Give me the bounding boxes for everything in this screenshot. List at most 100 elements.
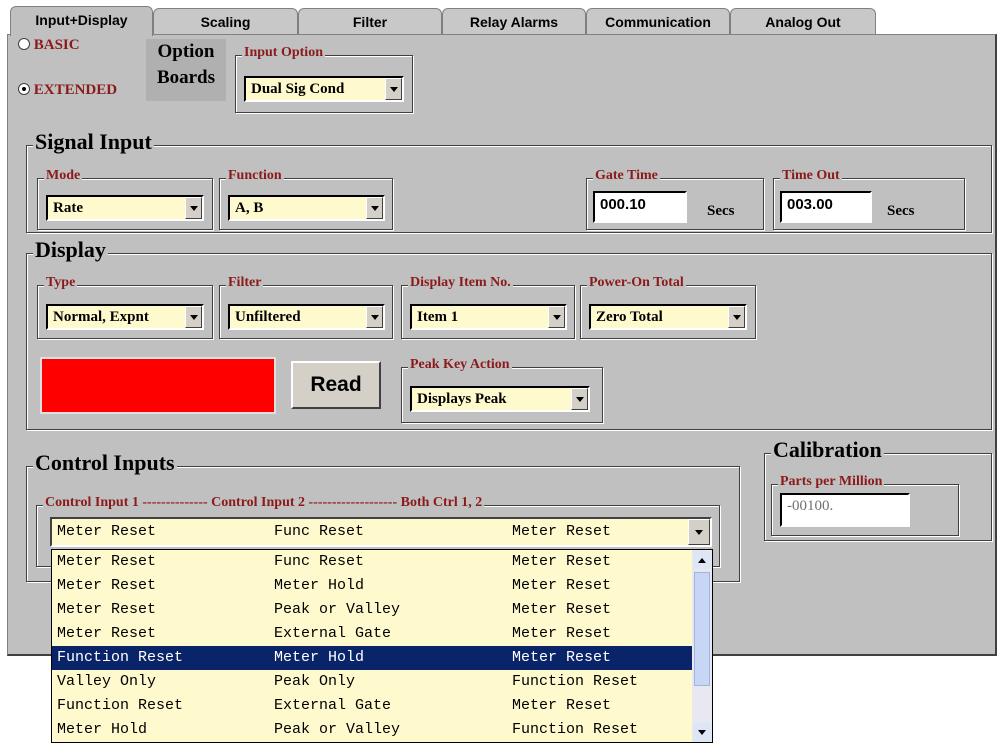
gate-time-input[interactable]: 000.10 (593, 191, 687, 223)
chevron-up-icon (698, 557, 706, 563)
gate-time-legend: Gate Time (593, 168, 660, 184)
list-item[interactable]: Meter Reset Func Reset Meter Reset (52, 550, 694, 574)
list-item-cell: Meter Reset (57, 625, 157, 642)
chevron-down-icon[interactable] (548, 306, 565, 328)
list-item-cell: Peak Only (274, 673, 356, 690)
filter-legend: Filter (226, 275, 264, 291)
tab-scaling[interactable]: Scaling (153, 8, 298, 34)
power-on-total-value: Zero Total (596, 309, 663, 325)
option-boards-line2: Boards (156, 67, 216, 88)
filter-select[interactable]: Unfiltered (228, 304, 385, 330)
scroll-down-button[interactable] (693, 723, 711, 741)
display-item-legend: Display Item No. (408, 275, 513, 291)
list-item-cell: External Gate (274, 697, 392, 714)
radio-extended[interactable]: EXTENDED (18, 82, 117, 99)
power-on-total-group: Power-On Total Zero Total (580, 275, 756, 339)
tab-analog-out[interactable]: Analog Out (730, 8, 876, 34)
scroll-thumb[interactable] (694, 572, 710, 686)
control-inputs-select[interactable]: Meter Reset Func Reset Meter Reset (50, 517, 712, 547)
list-item[interactable]: Function Reset Meter Hold Meter Reset (52, 646, 694, 670)
list-item[interactable]: Valley Only Peak Only Function Reset (52, 670, 694, 694)
list-item-cell: Function Reset (57, 697, 184, 714)
control-inputs-dropdown[interactable]: Meter Reset Func Reset Meter Reset Meter Re… (51, 549, 713, 743)
list-item-cell: External Gate (274, 625, 392, 642)
calibration-section: Calibration Parts per Million -00100. (764, 437, 992, 541)
time-out-legend: Time Out (780, 168, 842, 184)
peak-key-group: Peak Key Action Displays Peak (401, 357, 603, 423)
list-item-cell: Meter Hold (57, 721, 148, 738)
chevron-down-icon[interactable] (385, 78, 402, 100)
list-item-cell: Meter Reset (512, 577, 612, 594)
radio-basic-circle[interactable] (18, 38, 30, 50)
chevron-down-icon[interactable] (366, 306, 383, 328)
list-item[interactable]: Meter Reset Peak or Valley Meter Reset (52, 598, 694, 622)
list-item-cell: Meter Reset (512, 697, 612, 714)
list-item-cell: Meter Reset (512, 601, 612, 618)
mode-value: Rate (53, 200, 83, 216)
tab-relay-alarms[interactable]: Relay Alarms (442, 8, 586, 34)
gate-time-unit: Secs (707, 203, 735, 219)
list-item-cell: Meter Hold (274, 577, 365, 594)
display-item-value: Item 1 (417, 309, 459, 325)
tab-filter[interactable]: Filter (298, 8, 442, 34)
read-button[interactable]: Read (291, 361, 381, 409)
chevron-down-icon[interactable] (688, 519, 710, 545)
list-item-cell: Meter Reset (57, 577, 157, 594)
tab-communication[interactable]: Communication (586, 8, 730, 34)
display-item-select[interactable]: Item 1 (410, 304, 567, 330)
scroll-up-button[interactable] (693, 551, 711, 569)
chevron-down-icon[interactable] (728, 306, 745, 328)
display-title: Display (33, 237, 108, 263)
list-item-cell: Function Reset (512, 673, 639, 690)
list-item-cell: Meter Reset (512, 625, 612, 642)
list-item-cell: Peak or Valley (274, 721, 401, 738)
calibration-title: Calibration (771, 437, 884, 463)
power-on-total-select[interactable]: Zero Total (589, 304, 747, 330)
type-group: Type Normal, Expnt (37, 275, 213, 339)
display-section: Display Type Normal, Expnt Filter Unfilt… (26, 237, 992, 430)
display-item-group: Display Item No. Item 1 (401, 275, 575, 339)
power-on-total-legend: Power-On Total (587, 275, 686, 291)
list-item[interactable]: Meter Reset Meter Hold Meter Reset (52, 574, 694, 598)
mode-select[interactable]: Rate (46, 195, 204, 221)
list-item-cell: Meter Reset (57, 553, 157, 570)
peak-key-select[interactable]: Displays Peak (410, 386, 590, 412)
radio-basic[interactable]: BASIC (18, 37, 80, 54)
input-option-value: Dual Sig Cond (251, 81, 345, 97)
ppm-group: Parts per Million -00100. (771, 474, 959, 536)
ppm-legend: Parts per Million (778, 474, 885, 490)
ppm-input[interactable]: -00100. (780, 493, 910, 527)
function-group: Function A, B (219, 168, 393, 230)
list-item-cell: Function Reset (512, 721, 639, 738)
gate-time-group: Gate Time 000.10 Secs (586, 168, 764, 230)
type-legend: Type (44, 275, 78, 291)
chevron-down-icon[interactable] (185, 197, 202, 219)
control-inputs-legend: Control Input 1 -------------- Control I… (43, 495, 485, 511)
list-item[interactable]: Meter Reset External Gate Meter Reset (52, 622, 694, 646)
chevron-down-icon[interactable] (366, 197, 383, 219)
signal-input-section: Signal Input Mode Rate Function A, B Gat… (26, 129, 992, 233)
display-indicator (40, 357, 276, 414)
input-option-group: Input Option Dual Sig Cond (235, 45, 413, 113)
peak-key-legend: Peak Key Action (408, 357, 512, 373)
list-item-cell: Meter Reset (57, 601, 157, 618)
function-select[interactable]: A, B (228, 195, 385, 221)
list-item-cell: Function Reset (57, 649, 184, 666)
type-select[interactable]: Normal, Expnt (46, 304, 204, 330)
list-item[interactable]: Meter Hold Peak or Valley Function Reset (52, 718, 694, 742)
list-item[interactable]: Function Reset External Gate Meter Reset (52, 694, 694, 718)
radio-basic-label: BASIC (33, 37, 80, 53)
radio-extended-circle[interactable] (18, 83, 30, 95)
tab-input-display[interactable]: Input+Display (10, 6, 153, 36)
selected-both: Meter Reset (512, 523, 612, 540)
chevron-down-icon[interactable] (571, 388, 588, 410)
list-item-cell: Meter Hold (274, 649, 365, 666)
dropdown-scrollbar[interactable] (692, 550, 712, 742)
input-option-select[interactable]: Dual Sig Cond (244, 76, 404, 102)
time-out-input[interactable]: 003.00 (780, 191, 872, 223)
list-item-cell: Peak or Valley (274, 601, 401, 618)
selected-ctrl2: Func Reset (274, 523, 365, 540)
chevron-down-icon[interactable] (185, 306, 202, 328)
peak-key-value: Displays Peak (417, 391, 507, 407)
filter-value: Unfiltered (235, 309, 301, 325)
